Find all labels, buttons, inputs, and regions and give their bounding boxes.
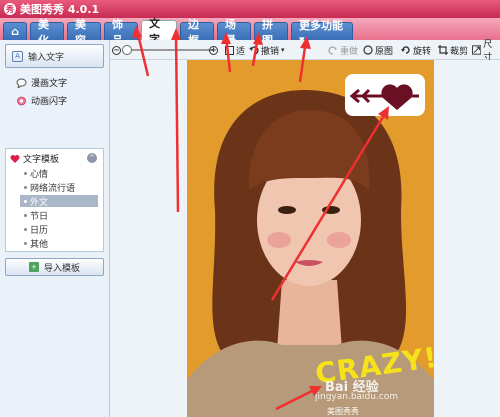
watermark-url-text: jingyan.baidu.com — [315, 392, 399, 402]
bullet-icon — [24, 172, 27, 175]
heart-arrow-sticker[interactable] — [345, 74, 425, 116]
text-template-header[interactable]: 文字模板 — [10, 152, 59, 165]
canvas-area[interactable]: CRAZY! Bai 经验 jingyan.baidu.com 美图秀秀 — [110, 60, 500, 417]
template-item-label: 心情 — [30, 169, 49, 180]
template-item-internet-slang[interactable]: 网络流行语 — [20, 181, 98, 194]
undo-label: 撤销 — [261, 46, 280, 57]
app-window: 秀 美图秀秀 4.0.1 ⌂ 美化 美容 饰品 文字 边框 场景 拼图 更多功能… — [0, 0, 500, 417]
zoom-out-icon: − — [112, 45, 121, 55]
zoom-slider[interactable] — [127, 49, 213, 51]
tab-accessories[interactable]: 饰品 — [104, 18, 138, 47]
left-panel: A 输入文字 漫画文字 动画闪字 文字模板 ^ 心情 网络流行语 外文 节日 日… — [0, 40, 110, 417]
bullet-icon — [24, 214, 27, 217]
zoom-out-button[interactable]: − — [112, 44, 121, 56]
edit-toolbar: − + 适 撤销 ▾ 重做 原图 旋转 裁剪 尺寸 — [110, 40, 500, 63]
tab-collage[interactable]: 拼图 — [254, 18, 288, 47]
resize-icon — [472, 45, 482, 55]
tab-more-features[interactable]: 更多功能 ▾ — [291, 19, 353, 46]
template-item-label: 日历 — [30, 225, 49, 236]
template-item-holiday[interactable]: 节日 — [20, 209, 98, 222]
tab-scene[interactable]: 场景 — [217, 18, 251, 47]
template-item-other[interactable]: 其他 — [20, 237, 98, 250]
tab-frame[interactable]: 边框 — [180, 18, 214, 47]
import-icon: + — [28, 262, 39, 272]
original-button[interactable]: 原图 — [363, 44, 394, 57]
zoom-in-icon: + — [209, 45, 218, 55]
bullet-icon — [24, 200, 27, 203]
animated-text-item[interactable]: 动画闪字 — [16, 94, 67, 107]
speech-bubble-icon — [16, 78, 27, 88]
fit-button[interactable]: 适 — [225, 44, 246, 57]
bullet-icon — [24, 242, 27, 245]
bullet-icon — [24, 228, 27, 231]
app-logo-icon: 秀 — [4, 3, 16, 15]
input-text-label: 输入文字 — [28, 52, 65, 63]
redo-icon — [328, 45, 337, 55]
text-template-label: 文字模板 — [23, 155, 60, 165]
crop-label: 裁剪 — [450, 46, 469, 57]
crop-icon — [438, 45, 448, 55]
fit-label: 适 — [236, 46, 246, 57]
undo-icon — [249, 45, 259, 55]
original-image-icon — [363, 45, 373, 55]
comic-text-label: 漫画文字 — [31, 79, 68, 89]
sparkle-icon — [17, 96, 26, 105]
text-template-tree: 文字模板 ^ 心情 网络流行语 外文 节日 日历 其他 — [5, 148, 104, 252]
redo-button[interactable]: 重做 — [328, 44, 359, 57]
tab-beauty[interactable]: 美容 — [67, 18, 101, 47]
rotate-label: 旋转 — [413, 46, 432, 57]
template-item-label: 其他 — [30, 239, 49, 250]
undo-button[interactable]: 撤销 ▾ — [249, 44, 285, 57]
tab-beautify[interactable]: 美化 — [30, 18, 64, 47]
input-text-button[interactable]: A 输入文字 — [5, 44, 104, 68]
collapse-icon[interactable]: ^ — [87, 153, 97, 163]
template-item-calendar[interactable]: 日历 — [20, 223, 98, 236]
import-template-label: 导入模板 — [43, 263, 80, 274]
zoom-slider-handle[interactable] — [122, 45, 132, 55]
original-label: 原图 — [375, 46, 394, 57]
crop-button[interactable]: 裁剪 — [438, 44, 469, 57]
tab-home[interactable]: ⌂ — [3, 22, 27, 40]
comic-text-item[interactable]: 漫画文字 — [16, 76, 67, 89]
heart-template-icon — [10, 154, 20, 163]
bullet-icon — [24, 186, 27, 189]
template-item-label: 外文 — [30, 197, 49, 208]
import-template-button[interactable]: + 导入模板 — [5, 258, 104, 276]
fit-icon — [225, 45, 234, 55]
template-item-label: 网络流行语 — [30, 183, 76, 194]
animated-text-label: 动画闪字 — [31, 97, 68, 107]
template-item-label: 节日 — [30, 211, 49, 222]
undo-dropdown-icon[interactable]: ▾ — [281, 46, 285, 54]
zoom-in-button[interactable]: + — [209, 44, 218, 56]
text-a-icon: A — [12, 50, 23, 62]
rotate-button[interactable]: 旋转 — [401, 44, 432, 57]
tab-text[interactable]: 文字 — [141, 17, 177, 46]
edited-photo[interactable]: CRAZY! Bai 经验 jingyan.baidu.com 美图秀秀 — [187, 60, 434, 417]
rotate-icon — [401, 46, 410, 54]
main-tab-bar: ⌂ 美化 美容 饰品 文字 边框 场景 拼图 更多功能 ▾ — [0, 17, 500, 47]
size-button[interactable]: 尺寸 — [472, 40, 500, 63]
photo-corner-text: 美图秀秀 — [327, 407, 359, 416]
template-item-foreign[interactable]: 外文 — [20, 195, 98, 208]
redo-label: 重做 — [340, 46, 359, 57]
template-item-mood[interactable]: 心情 — [20, 167, 98, 180]
